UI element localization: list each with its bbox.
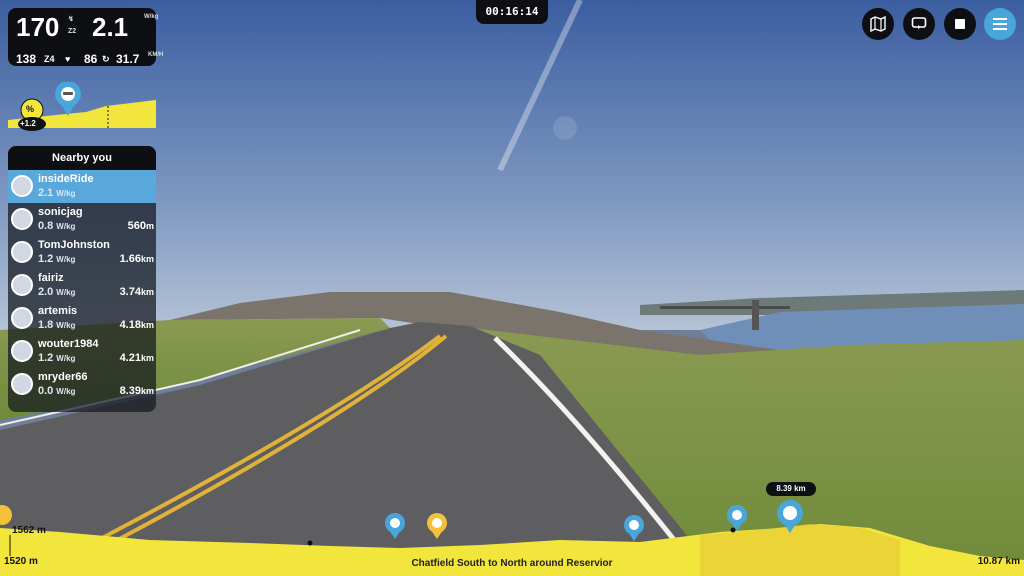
rider-distance: 3.74km bbox=[119, 286, 154, 298]
rider-distance: 560m bbox=[127, 220, 154, 232]
rider-name: TomJohnston bbox=[38, 239, 110, 251]
rider-power: 1.2 W/kg bbox=[38, 352, 76, 364]
avatar bbox=[11, 241, 33, 263]
rider-power: 0.0 W/kg bbox=[38, 385, 76, 397]
rider-name: wouter1984 bbox=[38, 338, 99, 350]
rider-row[interactable]: wouter1984 1.2 W/kg 4.21km bbox=[8, 335, 156, 368]
avatar bbox=[11, 373, 33, 395]
rider-marker[interactable] bbox=[0, 505, 12, 525]
rider-markers bbox=[0, 500, 803, 541]
ride-timer: 00:16:14 bbox=[476, 0, 548, 24]
rider-row[interactable]: fairiz 2.0 W/kg 3.74km bbox=[8, 269, 156, 302]
rider-distance: 1.66km bbox=[119, 253, 154, 265]
power-value: 170 bbox=[16, 12, 60, 42]
elevation-max: 1562 m bbox=[12, 525, 46, 536]
rider-marker[interactable] bbox=[624, 515, 644, 541]
marker-distance-tag: 8.39 km bbox=[766, 482, 816, 496]
rider-name: artemis bbox=[38, 305, 78, 317]
rider-row[interactable]: insideRide 2.1 W/kg bbox=[8, 170, 156, 203]
gradient-symbol: % bbox=[26, 104, 35, 114]
rider-name: mryder66 bbox=[38, 371, 88, 383]
stats-panel: 170 ↯ Z2 2.1 W/kg 138 Z4 ♥ 86 ↻ 31.7 KM/… bbox=[8, 8, 164, 66]
rider-distance: 8.39km bbox=[119, 385, 154, 397]
loop-button[interactable] bbox=[903, 8, 935, 40]
rider-power: 2.0 W/kg bbox=[38, 286, 76, 298]
power-zone: Z2 bbox=[68, 28, 77, 35]
rider-list: insideRide 2.1 W/kg sonicjag 0.8 W/kg 560m TomJ… bbox=[8, 170, 156, 401]
power-unit-icon: ↯ bbox=[68, 16, 74, 23]
rider-row[interactable]: TomJohnston 1.2 W/kg 1.66km bbox=[8, 236, 156, 269]
nearby-panel: Nearby you insideRide 2.1 W/kg sonicjag 0.8 W… bbox=[8, 146, 156, 412]
menu-icon bbox=[993, 18, 1007, 30]
rider-row[interactable]: artemis 1.8 W/kg 4.18km bbox=[8, 302, 156, 335]
rider-power: 0.8 W/kg bbox=[38, 220, 76, 232]
map-icon bbox=[870, 16, 886, 32]
rider-marker[interactable] bbox=[385, 513, 405, 539]
hr-zone: Z4 bbox=[44, 54, 55, 64]
cadence-value: 86 bbox=[84, 52, 98, 66]
rider-marker[interactable] bbox=[727, 505, 747, 531]
stop-button[interactable] bbox=[944, 8, 976, 40]
rider-power: 1.8 W/kg bbox=[38, 319, 76, 331]
rider-row[interactable]: sonicjag 0.8 W/kg 560m bbox=[8, 203, 156, 236]
wkg-unit: W/kg bbox=[144, 14, 159, 20]
rider-distance: 4.21km bbox=[119, 352, 154, 364]
rider-name: sonicjag bbox=[38, 206, 83, 218]
map-button[interactable] bbox=[862, 8, 894, 40]
rider-name: insideRide bbox=[38, 173, 94, 185]
speed-unit: KM/H bbox=[148, 52, 164, 58]
route-name: Chatfield South to North around Reservio… bbox=[411, 558, 613, 569]
rider-distance: 4.18km bbox=[119, 319, 154, 331]
nearby-title: Nearby you bbox=[8, 146, 156, 170]
avatar bbox=[11, 340, 33, 362]
avatar bbox=[11, 307, 33, 329]
stop-icon bbox=[955, 19, 965, 29]
gradient-value: +1.2 bbox=[20, 119, 36, 128]
rider-name: fairiz bbox=[38, 272, 64, 284]
total-distance: 10.87 km bbox=[977, 556, 1020, 567]
rider-marker[interactable] bbox=[777, 500, 803, 533]
heart-rate-value: 138 bbox=[16, 52, 37, 66]
wkg-value: 2.1 bbox=[92, 12, 129, 42]
menu-button[interactable] bbox=[984, 8, 1016, 40]
cadence-icon: ↻ bbox=[102, 54, 110, 64]
rider-marker[interactable] bbox=[427, 513, 447, 539]
heart-icon: ♥ bbox=[65, 54, 71, 64]
avatar bbox=[11, 208, 33, 230]
rider-power: 2.1 W/kg bbox=[38, 187, 76, 199]
avatar bbox=[11, 274, 33, 296]
speed-value: 31.7 bbox=[116, 52, 140, 66]
gradient-indicator: % +1.2 bbox=[6, 81, 158, 134]
rider-power: 1.2 W/kg bbox=[38, 253, 76, 265]
avatar bbox=[11, 175, 33, 197]
loop-icon bbox=[911, 17, 927, 29]
rider-row[interactable]: mryder66 0.0 W/kg 8.39km bbox=[8, 368, 156, 401]
